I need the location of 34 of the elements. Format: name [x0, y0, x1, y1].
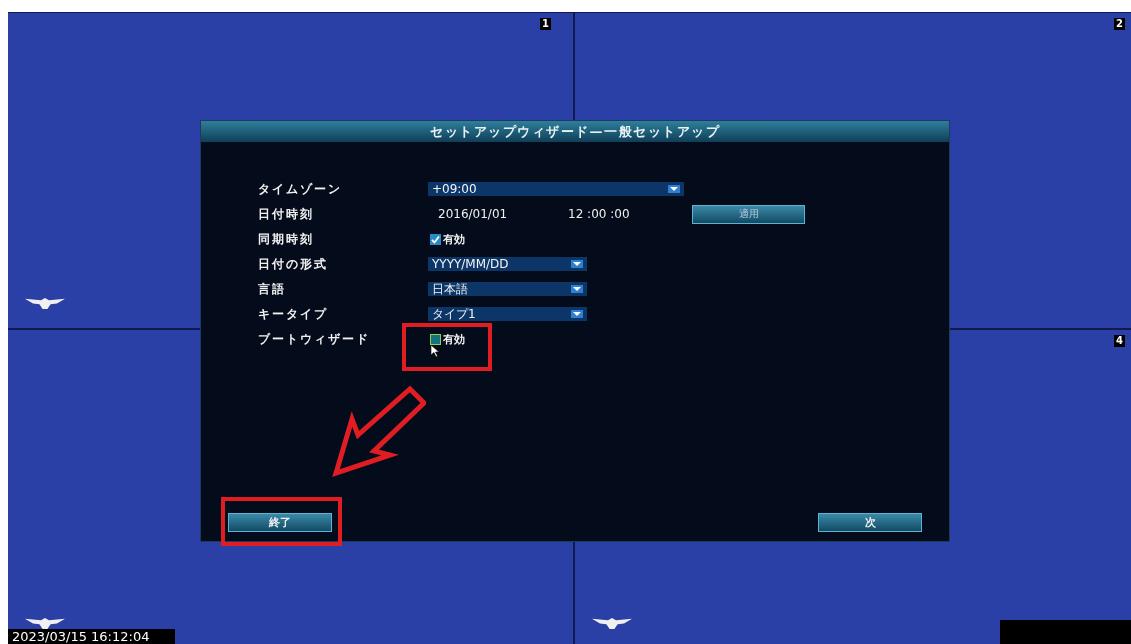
dialog-button[interactable]: 次: [818, 513, 922, 532]
caret-icon: [571, 310, 583, 318]
caret-icon: [668, 185, 680, 193]
dropdown[interactable]: YYYY/MM/DD: [428, 257, 587, 271]
wing-logo-icon: [592, 617, 632, 630]
channel-number: 1: [540, 18, 551, 30]
dropdown[interactable]: +09:00: [428, 182, 684, 196]
timestamp: 2023/03/15 16:12:04: [8, 629, 176, 644]
caret-icon: [571, 285, 583, 293]
field-label: キータイプ: [258, 306, 329, 323]
caret-icon: [571, 260, 583, 268]
apply-button[interactable]: 適用: [692, 204, 805, 224]
dialog-title: セットアップウィザード—一般セットアップ: [201, 121, 949, 142]
field-label: タイムゾーン: [258, 181, 343, 198]
field-label: 同期時刻: [258, 231, 315, 248]
checkbox-label: 有効: [443, 331, 465, 347]
date-value[interactable]: 2016/01/01: [438, 207, 568, 221]
time-value[interactable]: 12 :00 :00: [568, 207, 692, 221]
field-label: ブートウィザード: [258, 331, 371, 348]
field-label: 日付時刻: [258, 206, 315, 223]
field-label: 日付の形式: [258, 256, 329, 273]
checkbox[interactable]: [430, 333, 441, 345]
wing-logo-icon: [25, 297, 65, 310]
channel-number: 4: [1114, 335, 1125, 347]
mouse-cursor-icon: [431, 345, 440, 358]
dropdown[interactable]: 日本語: [428, 282, 587, 296]
dropdown[interactable]: タイプ1: [428, 307, 587, 321]
arrow-icon: [330, 385, 426, 477]
checkbox[interactable]: [430, 233, 441, 245]
checkbox-label: 有効: [443, 231, 465, 247]
field-label: 言語: [258, 281, 287, 298]
wing-logo-icon: [25, 617, 65, 630]
dialog-button[interactable]: 終了: [228, 513, 332, 532]
channel-number: 2: [1114, 18, 1125, 30]
